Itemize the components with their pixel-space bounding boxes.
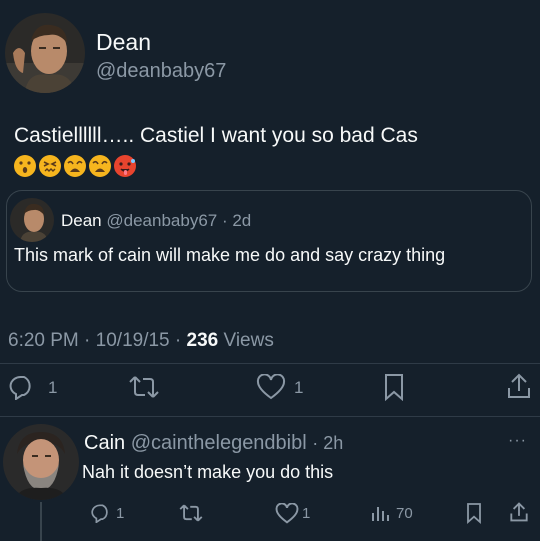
reply-icon[interactable] <box>8 374 36 400</box>
hushed-face-emoji <box>14 155 36 177</box>
like-count: 1 <box>294 378 304 397</box>
reply-author-handle[interactable]: @cainthelegendbibl <box>131 432 307 454</box>
quoted-author-handle[interactable]: @deanbaby67 <box>106 211 217 230</box>
share-icon[interactable] <box>509 501 529 523</box>
quoted-author-avatar[interactable] <box>10 198 54 242</box>
quoted-text: This mark of cain will make me do and sa… <box>14 245 446 265</box>
hot-face-emoji <box>114 155 136 177</box>
author-handle[interactable]: @deanbaby67 <box>96 60 226 83</box>
author-name[interactable]: Dean <box>96 29 151 56</box>
tweet-time[interactable]: 6:20 PM <box>8 330 79 351</box>
reply-text: Nah it doesn’t make you do this <box>82 462 334 482</box>
dean-avatar[interactable] <box>5 13 85 93</box>
reply-author-name[interactable]: Cain <box>84 432 125 454</box>
tweet-date[interactable]: · 10/19/15 · <box>84 330 181 351</box>
bookmark-icon[interactable] <box>382 373 406 401</box>
reply-view-count: 70 <box>396 505 413 522</box>
tweet-meta: 6:20 PM · 10/19/15 · 236 Views <box>8 330 274 352</box>
thread-line <box>40 502 42 541</box>
quoted-header: Dean @deanbaby67 · 2d <box>61 211 251 231</box>
views-label: Views <box>223 330 274 351</box>
reply-time[interactable]: · 2h <box>312 433 343 453</box>
reply-reply-count: 1 <box>116 505 125 522</box>
views-icon[interactable] <box>370 503 390 523</box>
reply-count: 1 <box>48 378 58 397</box>
retweet-icon[interactable] <box>178 503 204 523</box>
like-icon[interactable] <box>275 503 299 524</box>
reply-header: Cain @cainthelegendbibl · 2h <box>84 432 343 455</box>
divider <box>0 416 540 417</box>
retweet-icon[interactable] <box>128 374 160 400</box>
tweet-text: Castiellllll….. Castiel I want you so ba… <box>14 124 418 147</box>
reply-like-count: 1 <box>302 505 311 522</box>
quoted-author-name[interactable]: Dean <box>61 211 102 230</box>
views-count: 236 <box>186 330 219 351</box>
divider <box>0 363 540 364</box>
confounded-face-emoji <box>39 155 61 177</box>
like-icon[interactable] <box>256 374 286 400</box>
quoted-time[interactable]: · 2d <box>222 211 251 230</box>
more-options-icon[interactable]: ··· <box>508 432 527 450</box>
reply-icon[interactable] <box>90 503 112 523</box>
cain-avatar[interactable] <box>3 424 79 500</box>
weary-face-emoji <box>64 155 86 177</box>
quoted-tweet[interactable] <box>6 190 532 292</box>
weary-face-emoji <box>89 155 111 177</box>
bookmark-icon[interactable] <box>465 502 483 524</box>
share-icon[interactable] <box>506 372 532 400</box>
emoji-row <box>14 155 139 179</box>
